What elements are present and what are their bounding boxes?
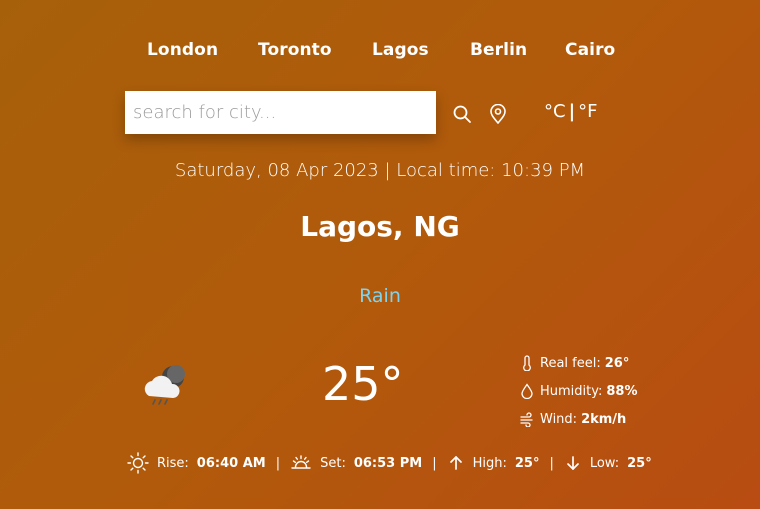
search-input[interactable]	[125, 91, 436, 134]
real-feel-row: Real feel: 26°	[520, 349, 638, 377]
wind-value: 2km/h	[581, 411, 627, 427]
high-label: High:	[472, 455, 507, 471]
arrow-up-icon	[447, 454, 465, 472]
date-local-time: Saturday, 08 Apr 2023 | Local time: 10:3…	[174, 160, 586, 181]
city-button-berlin[interactable]: Berlin	[470, 40, 527, 60]
night-rain-cloud-icon	[141, 362, 189, 408]
sunrise-label: Rise:	[157, 455, 189, 471]
droplet-icon	[520, 383, 534, 399]
sun-and-range-bar: Rise: 06:40 AM | Set: 06:53 PM | High: 2…	[127, 452, 652, 474]
unit-toggle: °C | °F	[544, 101, 598, 122]
current-temperature: 25°	[322, 357, 404, 411]
low-label: Low:	[589, 455, 620, 471]
celsius-button[interactable]: °C	[544, 101, 566, 122]
sunset-label: Set:	[320, 455, 346, 471]
city-button-toronto[interactable]: Toronto	[258, 40, 332, 60]
humidity-row: Humidity: 88%	[520, 377, 638, 405]
sun-icon	[127, 452, 149, 474]
sunrise-value: 06:40 AM	[196, 455, 266, 471]
search-icon[interactable]	[452, 104, 472, 124]
humidity-label: Humidity:	[540, 383, 603, 399]
wind-icon	[520, 411, 534, 427]
location-title: Lagos, NG	[300, 210, 460, 243]
arrow-down-icon	[564, 454, 582, 472]
wind-label: Wind:	[540, 411, 578, 427]
real-feel-value: 26°	[604, 355, 630, 371]
city-nav: London Toronto Lagos Berlin Cairo	[0, 40, 760, 66]
city-button-cairo[interactable]: Cairo	[565, 40, 615, 60]
separator: |	[275, 455, 281, 471]
location-pin-icon[interactable]	[489, 104, 507, 124]
weather-condition: Rain	[359, 285, 401, 307]
humidity-value: 88%	[606, 383, 638, 399]
city-button-lagos[interactable]: Lagos	[372, 40, 429, 60]
high-value: 25°	[514, 455, 540, 471]
wind-row: Wind: 2km/h	[520, 405, 638, 433]
real-feel-label: Real feel:	[540, 355, 601, 371]
search-box	[125, 91, 436, 134]
fahrenheit-button[interactable]: °F	[578, 101, 597, 122]
separator: |	[549, 455, 554, 471]
separator: |	[432, 455, 437, 471]
unit-separator: |	[568, 101, 576, 122]
thermometer-icon	[520, 355, 534, 371]
weather-details: Real feel: 26° Humidity: 88% Wind: 2km/h	[520, 349, 638, 433]
sunset-icon	[290, 452, 312, 474]
city-button-london[interactable]: London	[147, 40, 218, 60]
sunset-value: 06:53 PM	[353, 455, 423, 471]
low-value: 25°	[627, 455, 652, 471]
